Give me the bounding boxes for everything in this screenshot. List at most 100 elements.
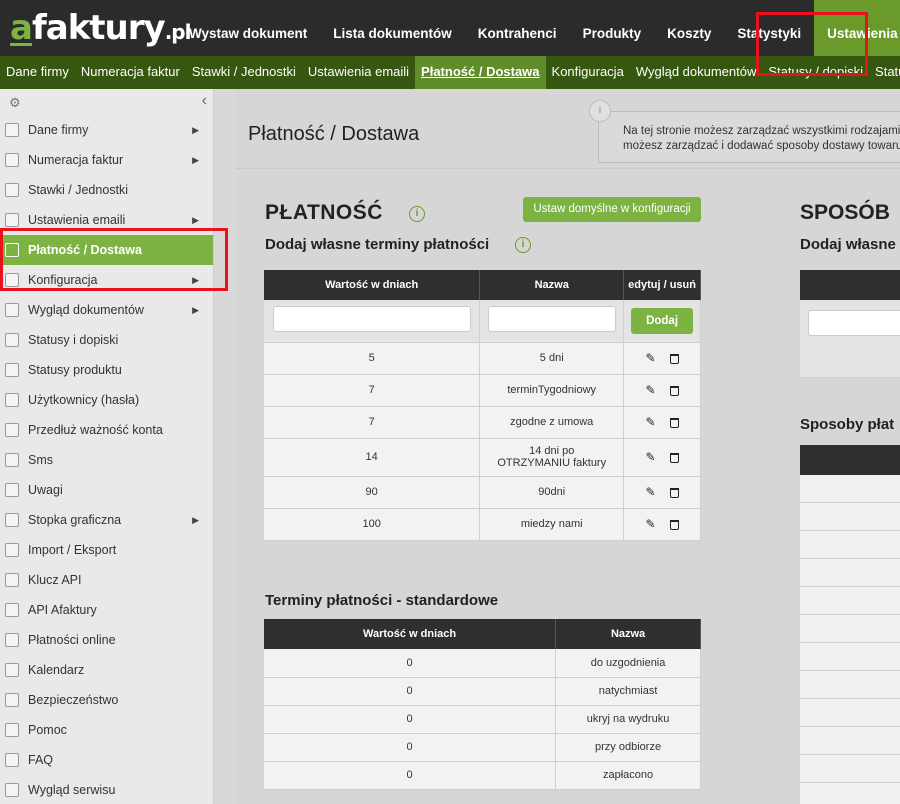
sidebar-item-icon xyxy=(5,543,19,557)
subnav-konfiguracja[interactable]: Konfiguracja xyxy=(546,56,630,89)
sidebar-item-label: Statusy i dopiski xyxy=(28,333,119,347)
sidebar-item-1[interactable]: Numeracja faktur ▶ xyxy=(0,145,213,175)
info-text: Na tej stronie możesz zarządzać wszystki… xyxy=(623,125,900,152)
row-name: miedzy nami xyxy=(479,508,625,541)
row-actions: ✎ xyxy=(623,476,701,509)
standard-terms-heading: Terminy płatności - standardowe xyxy=(265,592,499,609)
sidebar-item-icon xyxy=(5,633,19,647)
subnav-wyglad-dokumentow[interactable]: Wygląd dokumentów xyxy=(630,56,763,89)
topnav-produkty[interactable]: Produkty xyxy=(570,0,655,56)
sidebar-item-14[interactable]: Import / Eksport xyxy=(0,535,213,565)
collapse-chevron-icon[interactable]: ‹ xyxy=(202,92,207,110)
pencil-icon[interactable]: ✎ xyxy=(646,383,656,397)
sidebar-item-20[interactable]: Pomoc xyxy=(0,715,213,745)
sidebar-item-label: Stawki / Jednostki xyxy=(28,183,129,197)
sidebar-item-0[interactable]: Dane firmy ▶ xyxy=(0,115,213,145)
payment-method-row xyxy=(800,755,900,783)
sidebar-item-9[interactable]: Użytkownicy (hasła) xyxy=(0,385,213,415)
subnav-numeracja-faktur[interactable]: Numeracja faktur xyxy=(75,56,186,89)
subnav-stawki-jednostki[interactable]: Stawki / Jednostki xyxy=(186,56,302,89)
chevron-right-icon: ▶ xyxy=(192,155,199,165)
trash-icon[interactable] xyxy=(669,453,679,464)
trash-icon[interactable] xyxy=(669,520,679,531)
sidebar-item-icon xyxy=(5,423,19,437)
row-days: 100 xyxy=(264,508,481,541)
sidebar-item-16[interactable]: API Afaktury xyxy=(0,595,213,625)
sidebar-item-7[interactable]: Statusy i dopiski xyxy=(0,325,213,355)
sidebar-item-12[interactable]: Uwagi xyxy=(0,475,213,505)
trash-icon[interactable] xyxy=(669,488,679,499)
payment-method-row xyxy=(800,475,900,503)
sidebar-item-13[interactable]: Stopka graficzna ▶ xyxy=(0,505,213,535)
row-days: 7 xyxy=(264,374,481,407)
sidebar-item-21[interactable]: FAQ xyxy=(0,745,213,775)
trash-icon[interactable] xyxy=(669,354,679,365)
delivery-input[interactable] xyxy=(808,310,900,336)
standard-row-name: ukryj na wydruku xyxy=(555,705,701,734)
payment-methods-heading: Sposoby płat xyxy=(800,416,895,433)
sidebar-item-8[interactable]: Statusy produktu xyxy=(0,355,213,385)
set-defaults-button[interactable]: Ustaw domyślne w konfiguracji xyxy=(523,197,701,222)
sidebar-item-icon xyxy=(5,123,19,137)
sidebar-item-icon xyxy=(5,393,19,407)
row-name: 90dni xyxy=(479,476,625,509)
sidebar-item-17[interactable]: Płatności online xyxy=(0,625,213,655)
payment-method-row xyxy=(800,587,900,615)
sidebar-item-15[interactable]: Klucz API xyxy=(0,565,213,595)
add-button[interactable]: Dodaj xyxy=(631,307,694,334)
row-actions: ✎ xyxy=(623,374,701,407)
custom-terms-table: Wartość w dniach Nazwa edytuj / usuń Dod… xyxy=(264,270,701,541)
payment-method-row xyxy=(800,671,900,699)
pencil-icon[interactable]: ✎ xyxy=(646,485,656,499)
table-row: 0 przy odbiorze xyxy=(264,733,701,762)
standard-row-days: 0 xyxy=(264,649,557,678)
topnav-kontrahenci[interactable]: Kontrahenci xyxy=(465,0,570,56)
subnav-statusy-produktu[interactable]: Statusy pr xyxy=(869,56,900,89)
gear-icon[interactable]: ⚙ xyxy=(9,95,21,111)
sidebar-item-19[interactable]: Bezpieczeństwo xyxy=(0,685,213,715)
payment-method-row xyxy=(800,559,900,587)
pencil-icon[interactable]: ✎ xyxy=(646,351,656,365)
sidebar-item-11[interactable]: Sms xyxy=(0,445,213,475)
payment-info-icon[interactable]: i xyxy=(409,206,425,222)
standard-row-days: 0 xyxy=(264,733,557,762)
row-name: terminTygodniowy xyxy=(479,374,625,407)
sidebar-item-icon xyxy=(5,213,19,227)
sidebar-item-label: Sms xyxy=(28,453,53,467)
sidebar-item-22[interactable]: Wygląd serwisu xyxy=(0,775,213,804)
subnav-ustawienia-emaili[interactable]: Ustawienia emaili xyxy=(302,56,415,89)
pencil-icon[interactable]: ✎ xyxy=(646,415,656,429)
subnav-dane-firmy[interactable]: Dane firmy xyxy=(0,56,75,89)
payment-method-row xyxy=(800,699,900,727)
chevron-right-icon: ▶ xyxy=(192,125,199,135)
logo[interactable]: afaktury.pl xyxy=(10,10,191,50)
sidebar-item-icon xyxy=(5,153,19,167)
pencil-icon[interactable]: ✎ xyxy=(646,450,656,464)
name-input[interactable] xyxy=(487,306,616,333)
sidebar-item-10[interactable]: Przedłuż ważność konta xyxy=(0,415,213,445)
sidebar-item-icon xyxy=(5,363,19,377)
trash-icon[interactable] xyxy=(669,418,679,429)
custom-terms-info-icon[interactable]: i xyxy=(515,237,531,253)
info-icon: i xyxy=(589,100,611,122)
pencil-icon[interactable]: ✎ xyxy=(646,517,656,531)
trash-icon[interactable] xyxy=(669,386,679,397)
sidebar-item-6[interactable]: Wygląd dokumentów ▶ xyxy=(0,295,213,325)
sidebar-item-label: Statusy produktu xyxy=(28,363,122,377)
topnav-koszty[interactable]: Koszty xyxy=(654,0,724,56)
sidebar-item-18[interactable]: Kalendarz xyxy=(0,655,213,685)
sidebar-item-icon xyxy=(5,783,19,797)
table-row: 0 zapłacono xyxy=(264,761,701,790)
payment-methods-table-header xyxy=(800,445,900,475)
standard-row-name: do uzgodnienia xyxy=(555,649,701,678)
sidebar: ⚙ ‹ Dane firmy ▶ Numeracja faktur ▶ Stawki /… xyxy=(0,89,214,804)
sidebar-item-2[interactable]: Stawki / Jednostki xyxy=(0,175,213,205)
subnav-platnosc-dostawa[interactable]: Płatność / Dostawa xyxy=(415,56,546,89)
topnav-lista-dokumentow[interactable]: Lista dokumentów xyxy=(320,0,465,56)
standard-terms-table: Wartość w dniach Nazwa 0 do uzgodnienia 0 n… xyxy=(264,619,701,790)
sidebar-item-icon xyxy=(5,303,19,317)
days-input[interactable] xyxy=(272,306,471,333)
topnav-wystaw-dokument[interactable]: Wystaw dokument xyxy=(176,0,320,56)
delivery-custom-heading: Dodaj własne xyxy=(800,236,896,253)
chevron-right-icon: ▶ xyxy=(192,305,199,315)
